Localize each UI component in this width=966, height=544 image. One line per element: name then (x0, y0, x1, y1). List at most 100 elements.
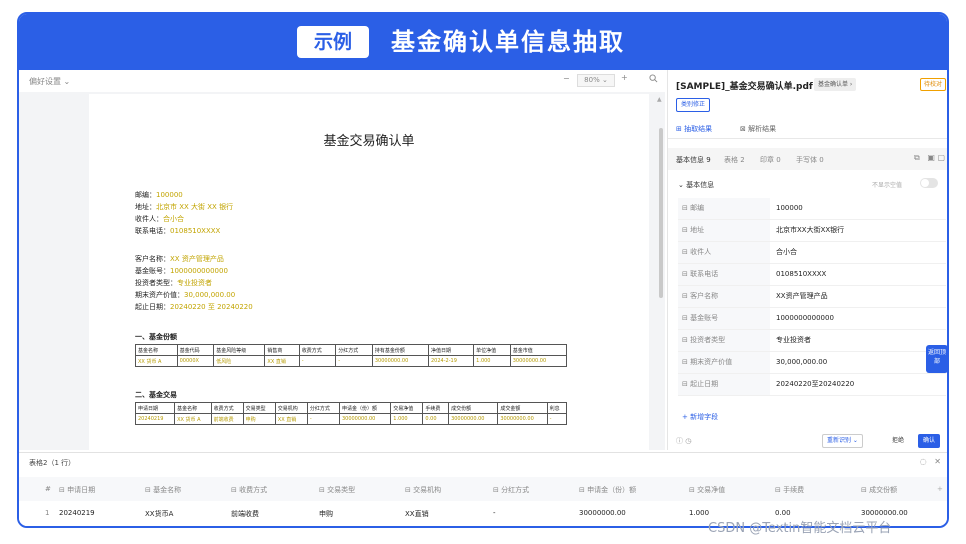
field-row[interactable]: ⊟ 基金账号 1000000000000 (678, 308, 946, 330)
scroll-up-icon[interactable]: ▲ (657, 96, 662, 103)
table-cell[interactable]: 0.00 (775, 509, 791, 517)
field-icon: ⊟ (682, 314, 691, 322)
doc-type-badge[interactable]: 基金确认单 › (814, 78, 857, 91)
table-cell[interactable]: XX直销 (405, 509, 429, 519)
field-value[interactable]: 0108510XXXX (776, 264, 826, 285)
table-cell[interactable]: - (493, 509, 496, 517)
save-icon[interactable]: ▣ (927, 153, 935, 162)
table-cell[interactable]: 20240219 (59, 509, 95, 517)
subtab-tables[interactable]: 表格 2 (724, 155, 745, 165)
field-icon: ⊟ (682, 292, 691, 300)
search-icon[interactable] (649, 74, 658, 85)
field-value[interactable]: 20240220至20240220 (776, 374, 854, 395)
table-cell: XX 直销 (274, 413, 308, 425)
table-header: 交易类型 (242, 402, 276, 414)
info-line: 地址：北京市 XX 大街 XX 银行 (135, 203, 234, 211)
table-cell[interactable]: 1.000 (689, 509, 709, 517)
table-cell: 低风险 (213, 355, 266, 367)
preferences-dropdown[interactable]: 偏好设置 ⌄ (29, 76, 70, 87)
table-header: 申请金（份）额 (338, 402, 392, 414)
field-value[interactable]: 合小合 (776, 242, 797, 263)
parse-icon: ⊠ (740, 125, 749, 133)
field-value[interactable]: 100000 (776, 198, 803, 219)
subtab-seals[interactable]: 印章 0 (760, 155, 781, 165)
column-header[interactable]: ⊟ 交易净值 (689, 485, 725, 495)
field-row[interactable]: ⊟ 投资者类型 专业投资者 (678, 330, 946, 352)
table-cell[interactable]: 前端收费 (231, 509, 259, 519)
refresh-icon[interactable]: ◌ (920, 457, 927, 466)
history-icon[interactable]: ◷ (685, 437, 691, 445)
zoom-out-button[interactable]: − (563, 74, 570, 83)
vertical-scrollbar[interactable] (659, 128, 663, 298)
subtab-handwriting[interactable]: 手写体 0 (796, 155, 824, 165)
zoom-in-button[interactable]: + (621, 73, 628, 82)
field-value[interactable]: 1000000000000 (776, 308, 834, 329)
field-label: ⊟ 地址 (678, 220, 770, 241)
status-badge: 待校对 (920, 78, 947, 91)
table-cell: 20240219 (134, 413, 176, 425)
column-header[interactable]: ⊟ 交易类型 (319, 485, 355, 495)
info-line: 客户名称：XX 资产管理产品 (135, 255, 224, 263)
field-row[interactable]: ⊟ 邮编 100000 (678, 198, 946, 220)
table-cell[interactable]: XX货币A (145, 509, 173, 519)
column-header[interactable]: ⊟ 基金名称 (145, 485, 181, 495)
field-row[interactable]: ⊟ 客户名称 XX资产管理产品 (678, 286, 946, 308)
column-header[interactable]: ⊟ 交易机构 (405, 485, 441, 495)
section-title: 一、基金份额 (135, 333, 177, 341)
table-cell: - (306, 413, 340, 425)
field-row[interactable]: ⊟ 起止日期 20240220至20240220 (678, 374, 946, 396)
app-frame: 示例 基金确认单信息抽取 偏好设置 ⌄ − 80% ⌄ + ▲ 基金交易确认单 … (17, 12, 949, 528)
tab-parse-result[interactable]: ⊠ 解析结果 (740, 124, 776, 134)
table-cell: 申购 (242, 413, 276, 425)
column-header[interactable]: ⊟ 分红方式 (493, 485, 529, 495)
export-icon[interactable]: ▢ (937, 153, 945, 162)
column-header[interactable]: ⊟ 手续费 (775, 485, 804, 495)
confirm-button[interactable]: 确认 (918, 434, 941, 448)
hide-empty-toggle[interactable] (920, 178, 938, 188)
column-header[interactable]: ⊟ 成交份额 (861, 485, 897, 495)
column-header[interactable]: ⊟ 申请金（份）额 (579, 485, 636, 495)
table-header: 基金名称 (135, 344, 178, 356)
table-cell: XX 直销 (264, 355, 300, 367)
field-row[interactable]: ⊟ 地址 北京市XX大街XX银行 (678, 220, 946, 242)
info-line: 期末资产价值：30,000,000.00 (135, 291, 236, 299)
tab-divider (668, 138, 947, 139)
close-icon[interactable]: ✕ (934, 457, 941, 466)
fund-share-table: 基金名称 基金代码 基金风险等级 销售商 收费方式 分红方式 持有基金份额 净值… (135, 344, 568, 367)
info-line: 投资者类型：专业投资者 (135, 279, 212, 287)
table-cell[interactable]: 30000000.00 (861, 509, 908, 517)
column-header[interactable]: ⊟ 申请日期 (59, 485, 95, 495)
table-header: 分红方式 (306, 402, 340, 414)
info-line: 邮编：100000 (135, 191, 183, 199)
table-cell[interactable]: 申购 (319, 509, 333, 519)
reject-button[interactable]: 拒绝 (888, 434, 908, 448)
add-field-button[interactable]: + 新增字段 (682, 412, 718, 422)
field-row[interactable]: ⊟ 收件人 合小合 (678, 242, 946, 264)
field-row[interactable]: ⊟ 联系电话 0108510XXXX (678, 264, 946, 286)
field-value[interactable]: 专业投资者 (776, 330, 811, 351)
tab-extraction-result[interactable]: ⊞ 抽取结果 (676, 124, 712, 134)
subtab-basic-info[interactable]: 基本信息 9 (676, 155, 711, 165)
section-title: 二、基金交易 (135, 391, 177, 399)
field-value[interactable]: 北京市XX大街XX银行 (776, 220, 844, 241)
field-row[interactable]: ⊟ 期末资产价值 30,000,000.00 (678, 352, 946, 374)
table-cell: XX 货币 A (174, 413, 212, 425)
group-header[interactable]: ⌄ 基本信息 (678, 180, 714, 190)
info-icon[interactable]: ⓘ (676, 437, 683, 445)
column-header[interactable]: ⊟ 收费方式 (231, 485, 267, 495)
copy-icon[interactable]: ⧉ (914, 153, 920, 162)
table-header: 分红方式 (335, 344, 373, 356)
reidentify-button[interactable]: 重新识别 ⌄ (822, 434, 863, 448)
info-line: 基金账号：1000000000000 (135, 267, 228, 275)
table-cell[interactable]: 30000000.00 (579, 509, 626, 517)
field-value[interactable]: XX资产管理产品 (776, 286, 828, 307)
banner: 示例 基金确认单信息抽取 (19, 14, 947, 70)
field-label: ⊟ 邮编 (678, 198, 770, 219)
viewer-toolbar: 偏好设置 ⌄ − 80% ⌄ + (19, 70, 665, 92)
zoom-select[interactable]: 80% ⌄ (577, 74, 615, 87)
field-value[interactable]: 30,000,000.00 (776, 352, 827, 373)
floating-button[interactable]: 返回顶部 (926, 345, 948, 373)
field-label: ⊟ 联系电话 (678, 264, 770, 285)
category-fix-button[interactable]: 类别修正 (676, 98, 711, 112)
add-column-icon[interactable]: + (937, 485, 943, 493)
